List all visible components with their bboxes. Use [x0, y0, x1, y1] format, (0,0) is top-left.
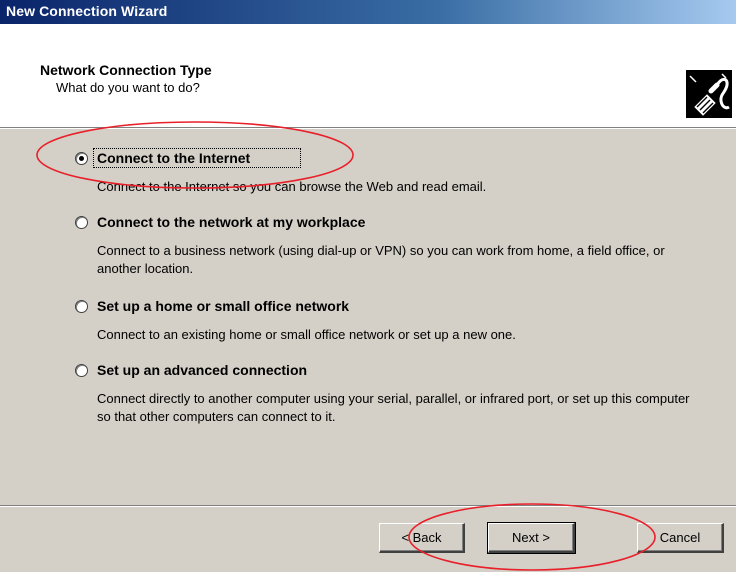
option-label-connect-internet[interactable]: Connect to the Internet: [97, 150, 250, 166]
options-group: Connect to the Internet Connect to the I…: [0, 130, 736, 505]
header-subtitle: What do you want to do?: [56, 80, 200, 95]
header-divider: [0, 127, 736, 129]
radio-home-network[interactable]: [75, 300, 88, 313]
option-desc-advanced-connection: Connect directly to another computer usi…: [97, 391, 690, 424]
back-button[interactable]: < Back: [379, 523, 465, 553]
option-label-advanced-connection[interactable]: Set up an advanced connection: [97, 362, 307, 378]
option-label-workplace-network[interactable]: Connect to the network at my workplace: [97, 214, 365, 230]
option-desc-home-network: Connect to an existing home or small off…: [97, 327, 516, 342]
wizard-header: Network Connection Type What do you want…: [0, 24, 736, 127]
cancel-button[interactable]: Cancel: [637, 523, 724, 553]
wizard-window: New Connection Wizard Network Connection…: [0, 0, 736, 572]
option-label-home-network[interactable]: Set up a home or small office network: [97, 298, 349, 314]
network-cable-icon: [686, 70, 732, 118]
window-title: New Connection Wizard: [6, 3, 168, 19]
header-title: Network Connection Type: [40, 62, 212, 78]
next-button[interactable]: Next >: [487, 522, 576, 554]
footer-divider: [0, 505, 736, 507]
radio-advanced-connection[interactable]: [75, 364, 88, 377]
title-bar[interactable]: New Connection Wizard: [0, 0, 736, 24]
radio-connect-internet[interactable]: [75, 152, 88, 165]
radio-workplace-network[interactable]: [75, 216, 88, 229]
option-desc-connect-internet: Connect to the Internet so you can brows…: [97, 179, 487, 194]
radio-selected-dot: [79, 156, 84, 161]
option-desc-workplace-network: Connect to a business network (using dia…: [97, 243, 665, 276]
